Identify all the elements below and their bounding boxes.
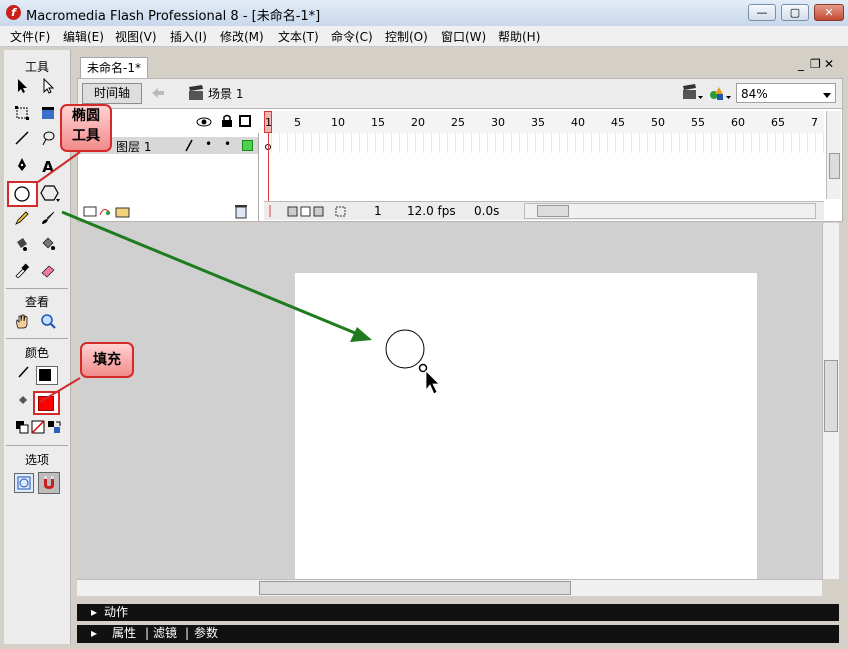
- annotation-arrows: [37, 151, 372, 403]
- callout-line: 椭圆: [72, 108, 100, 124]
- oval-tool-callout: 椭圆 工具: [60, 104, 112, 152]
- fill-callout: 填充: [80, 342, 134, 378]
- callout-line: 工具: [72, 128, 100, 144]
